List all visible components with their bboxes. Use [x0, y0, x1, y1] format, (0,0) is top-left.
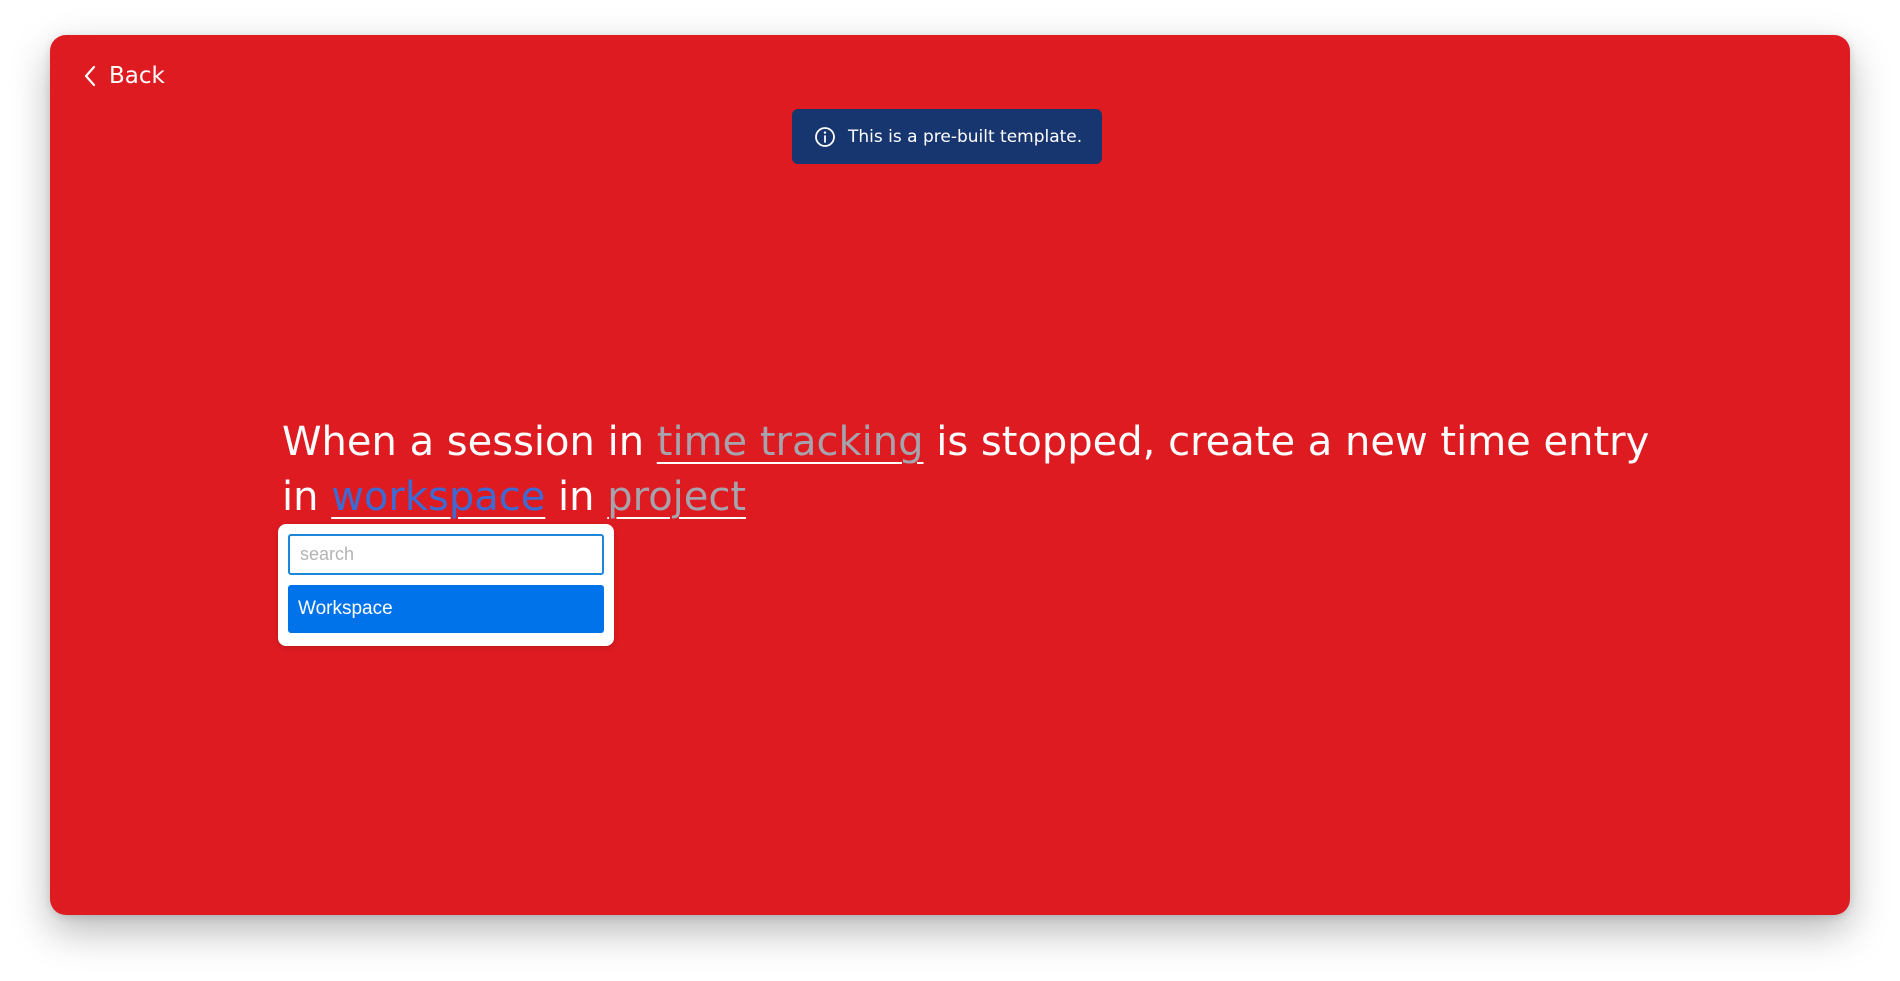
sentence-text-1: When a session in: [282, 419, 657, 465]
option-label: Workspace: [298, 598, 393, 619]
workspace-slot[interactable]: workspace: [331, 474, 545, 520]
info-icon: [814, 126, 836, 148]
banner-text: This is a pre-built template.: [848, 126, 1083, 147]
time-tracking-slot[interactable]: time tracking: [657, 419, 924, 465]
back-button[interactable]: Back: [83, 63, 165, 89]
option-workspace[interactable]: Workspace: [288, 585, 604, 633]
search-input[interactable]: [288, 534, 604, 575]
chevron-left-icon: [83, 64, 97, 88]
template-modal: Back This is a pre-built template. When …: [50, 35, 1850, 915]
workspace-dropdown: Workspace: [278, 524, 614, 646]
back-label: Back: [109, 63, 165, 89]
automation-sentence: When a session in time tracking is stopp…: [282, 415, 1682, 525]
project-slot[interactable]: project: [607, 474, 746, 520]
sentence-text-3: in: [545, 474, 608, 520]
prebuilt-template-banner: This is a pre-built template.: [792, 109, 1102, 164]
